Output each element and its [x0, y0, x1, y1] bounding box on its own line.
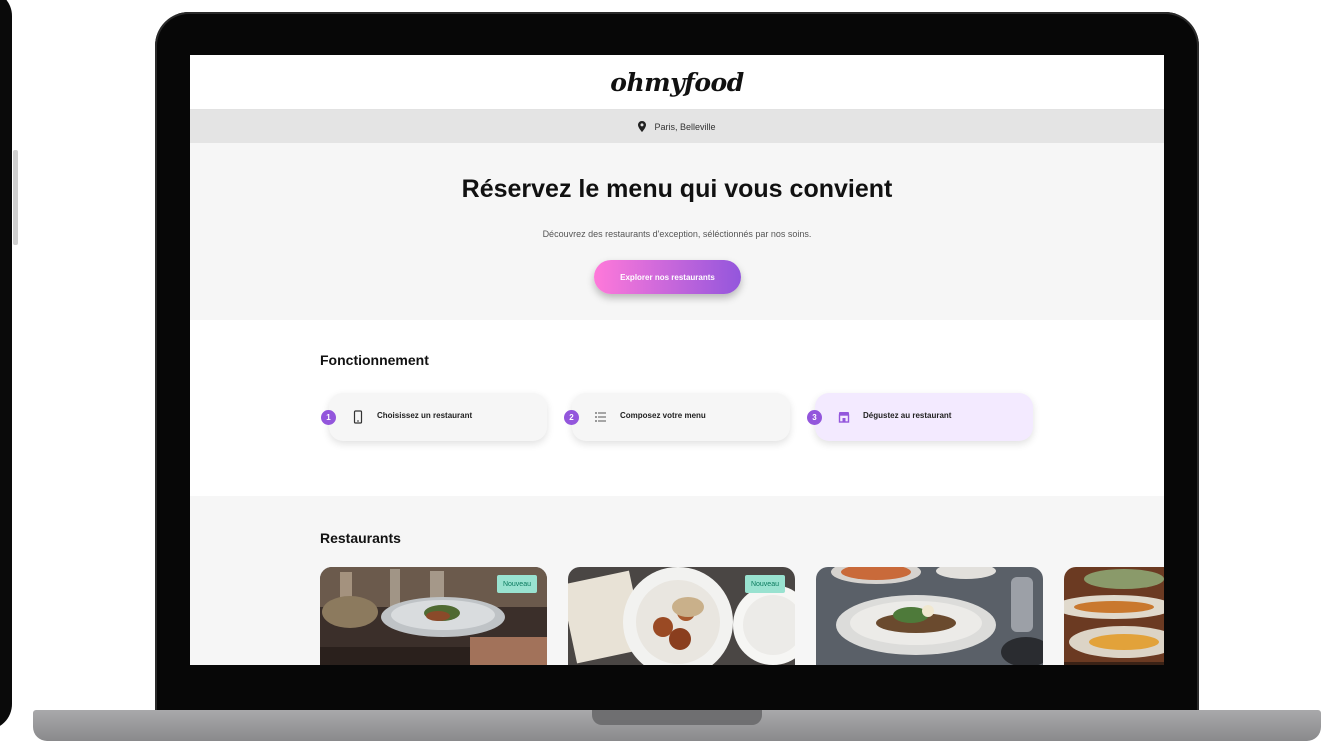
location-label: Paris, Belleville: [654, 121, 716, 132]
step-card-2: 2 Composez votre menu: [564, 393, 790, 441]
site-header: ohmyfood: [190, 55, 1164, 110]
laptop-screen: ohmyfood Paris, Belleville Réservez le m…: [190, 55, 1164, 665]
restaurant-card-2[interactable]: Nouveau: [568, 567, 795, 665]
restaurant-card-4[interactable]: [1064, 567, 1164, 665]
hero-section: Réservez le menu qui vous convient Décou…: [190, 143, 1164, 320]
new-badge: Nouveau: [744, 575, 785, 593]
restaurant-photo: [1064, 567, 1164, 665]
new-badge: Nouveau: [496, 575, 537, 593]
restaurant-photo: [816, 567, 1043, 665]
step-label: Dégustez au restaurant: [863, 411, 952, 420]
hero-subtitle: Découvrez des restaurants d'exception, s…: [542, 229, 812, 239]
restaurant-card-1[interactable]: Nouveau: [320, 567, 547, 665]
hero-title: Réservez le menu qui vous convient: [461, 175, 893, 203]
location-bar: Paris, Belleville: [190, 110, 1164, 143]
list-icon: [594, 410, 608, 424]
step-number-badge: 2: [564, 410, 579, 425]
how-it-works-title: Fonctionnement: [320, 352, 429, 368]
step-number-badge: 3: [807, 410, 822, 425]
explore-restaurants-button[interactable]: Explorer nos restaurants: [594, 260, 741, 294]
how-it-works-section: Fonctionnement 1 Choisissez un restauran…: [190, 320, 1164, 496]
laptop-hinge-notch: [592, 710, 762, 725]
step-number-badge: 1: [321, 410, 336, 425]
restaurants-section: Restaurants Nouveau Nouveau: [190, 496, 1164, 665]
step-card-3: 3 Dégustez au restaurant: [807, 393, 1033, 441]
device-side-button: [13, 150, 18, 245]
side-device-frame: [0, 0, 18, 730]
step-label: Composez votre menu: [620, 411, 706, 420]
restaurant-card-3[interactable]: [816, 567, 1043, 665]
site-logo[interactable]: ohmyfood: [610, 68, 744, 97]
step-card-1: 1 Choisissez un restaurant: [321, 393, 547, 441]
restaurants-title: Restaurants: [320, 530, 401, 546]
step-label: Choisissez un restaurant: [377, 411, 473, 420]
map-pin-icon: [638, 121, 647, 132]
mobile-phone-icon: [351, 410, 365, 424]
store-icon: [837, 410, 851, 424]
